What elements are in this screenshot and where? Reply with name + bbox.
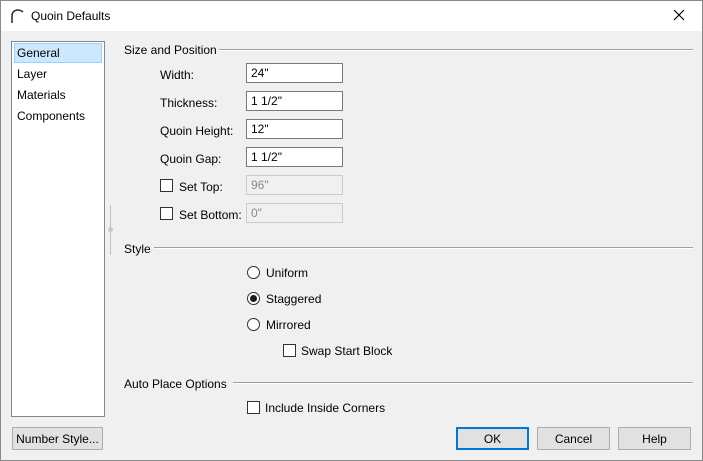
set-bottom-field	[246, 203, 343, 223]
title-bar: Quoin Defaults	[1, 1, 702, 31]
help-button[interactable]: Help	[618, 427, 691, 450]
number-style-button[interactable]: Number Style...	[12, 427, 103, 450]
mirrored-label: Mirrored	[266, 318, 311, 332]
splitter-grip[interactable]	[108, 227, 113, 232]
style-divider	[154, 247, 693, 249]
sidebar-item-general[interactable]: General	[14, 43, 102, 63]
sidebar-item-materials[interactable]: Materials	[14, 85, 102, 105]
window-title: Quoin Defaults	[31, 9, 111, 23]
uniform-label: Uniform	[266, 266, 309, 280]
quoin-defaults-dialog: Quoin Defaults General Layer Materials C…	[0, 0, 703, 461]
quoin-height-label: Quoin Height:	[160, 124, 234, 138]
set-top-checkbox[interactable]	[160, 179, 173, 192]
staggered-label: Staggered	[266, 292, 322, 306]
width-label: Width:	[160, 68, 195, 82]
uniform-radio[interactable]	[247, 266, 260, 279]
size-position-heading: Size and Position	[124, 43, 217, 57]
quoin-height-field[interactable]	[246, 119, 343, 139]
ok-button[interactable]: OK	[456, 427, 529, 450]
category-list: General Layer Materials Components	[11, 41, 105, 417]
thickness-label: Thickness:	[160, 96, 218, 110]
auto-place-heading: Auto Place Options	[124, 377, 227, 391]
include-inside-corners-label: Include Inside Corners	[265, 401, 386, 415]
swap-start-block-checkbox[interactable]	[283, 344, 296, 357]
close-icon	[673, 9, 685, 24]
swap-start-block-label: Swap Start Block	[301, 344, 393, 358]
set-bottom-checkbox[interactable]	[160, 207, 173, 220]
style-heading: Style	[124, 242, 151, 256]
quoin-app-icon	[9, 8, 25, 24]
set-top-label: Set Top:	[179, 180, 223, 194]
set-bottom-label: Set Bottom:	[179, 208, 242, 222]
thickness-field[interactable]	[246, 91, 343, 111]
include-inside-corners-checkbox[interactable]	[247, 401, 260, 414]
mirrored-radio[interactable]	[247, 318, 260, 331]
sidebar-item-layer[interactable]: Layer	[14, 64, 102, 84]
quoin-gap-label: Quoin Gap:	[160, 152, 222, 166]
set-top-field	[246, 175, 343, 195]
sidebar-item-components[interactable]: Components	[14, 106, 102, 126]
staggered-radio[interactable]	[247, 292, 260, 305]
cancel-button[interactable]: Cancel	[537, 427, 610, 450]
width-field[interactable]	[246, 63, 343, 83]
close-button[interactable]	[656, 1, 702, 31]
auto-place-divider	[233, 382, 693, 384]
size-position-divider	[219, 49, 693, 51]
quoin-gap-field[interactable]	[246, 147, 343, 167]
